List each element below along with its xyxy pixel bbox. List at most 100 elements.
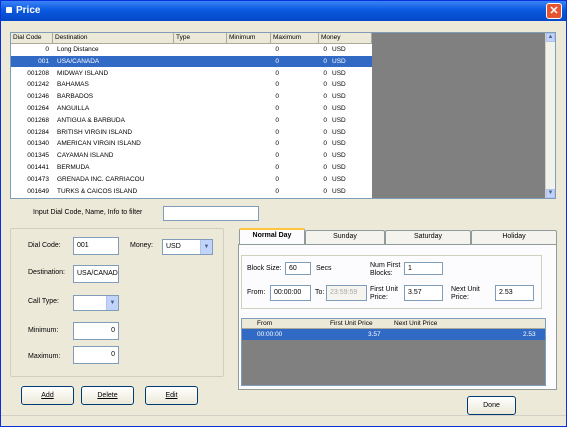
cell-destination: ANGUILLA	[57, 105, 90, 112]
cell-money: USD	[332, 93, 346, 101]
scroll-down-icon[interactable]: ▼	[546, 189, 555, 198]
table-row[interactable]: 0 Long Distance 0 0 USD	[11, 44, 372, 55]
cell-destination: TURKS & CAICOS ISLAND	[57, 187, 138, 195]
table-row[interactable]: 001 USA/CANADA 0 0 USD	[11, 55, 372, 67]
cell-maximum: 0	[323, 46, 327, 53]
table-row[interactable]: 001242 BAHAMAS 0 0 USD	[11, 79, 372, 90]
maximum-label: Maximum:	[28, 353, 61, 360]
cell-type	[176, 44, 226, 55]
cell-dial-code: 001340	[27, 140, 49, 148]
destination-field[interactable]: USA/CANAD	[73, 265, 119, 283]
add-button[interactable]: Add	[21, 386, 74, 405]
cell-maximum: 0	[323, 152, 327, 160]
block-size-field[interactable]: 60	[285, 262, 311, 275]
cell-destination: BAHAMAS	[57, 81, 89, 89]
cell-money: USD	[332, 46, 346, 53]
column-header-destination[interactable]: Destination	[53, 33, 174, 44]
cell-destination: ANTIGUA & BARBUDA	[57, 116, 125, 124]
num-first-blocks-field[interactable]: 1	[404, 262, 443, 275]
done-button[interactable]: Done	[467, 396, 516, 415]
money-select[interactable]: USD ▼	[162, 239, 213, 255]
window-title: Price	[16, 5, 41, 16]
column-header-from[interactable]: From	[257, 319, 272, 329]
table-row[interactable]: 001208 MIDWAY ISLAND 0 0 USD	[11, 68, 372, 79]
cell-destination: CAYAMAN ISLAND	[57, 152, 114, 160]
table-row[interactable]: 001649 TURKS & CAICOS ISLAND 0 0 USD	[11, 186, 372, 197]
cell-type	[176, 79, 226, 90]
next-unit-price-field[interactable]: 2.53	[495, 285, 534, 301]
chevron-down-icon[interactable]: ▼	[200, 240, 212, 254]
close-button[interactable]: ✕	[546, 3, 562, 19]
cell-type	[176, 174, 226, 185]
table-row[interactable]: 001246 BARBADOS 0 0 USD	[11, 91, 372, 102]
scroll-up-icon[interactable]: ▲	[546, 33, 555, 42]
price-table: Dial Code Destination Type Minimum Maxim…	[11, 33, 372, 198]
tab-normal-day[interactable]: Normal Day	[239, 228, 305, 245]
unit-row-next-price: 2.53	[523, 331, 536, 338]
unit-row-from: 00:00:00	[257, 331, 283, 338]
cell-maximum: 0	[323, 140, 327, 148]
cell-maximum: 0	[323, 128, 327, 136]
cell-money: USD	[332, 175, 346, 183]
cell-dial-code: 001	[38, 57, 49, 65]
money-value: USD	[166, 243, 181, 250]
table-row[interactable]: 001268 ANTIGUA & BARBUDA 0 0 USD	[11, 115, 372, 126]
cell-type	[176, 56, 226, 67]
dial-code-field[interactable]: 001	[73, 237, 119, 255]
column-header-next-unit-price[interactable]: Next Unit Price	[394, 319, 437, 329]
destination-label: Destination:	[28, 269, 65, 276]
num-first-blocks-label: Num First Blocks:	[370, 262, 401, 277]
edit-button[interactable]: Edit	[145, 386, 198, 405]
title-bar: Price ✕	[1, 1, 566, 21]
delete-button[interactable]: Delete	[81, 386, 134, 405]
cell-maximum: 0	[323, 93, 327, 101]
column-header-minimum[interactable]: Minimum	[227, 33, 271, 44]
price-grid[interactable]: Dial Code Destination Type Minimum Maxim…	[10, 32, 556, 199]
tab-holiday[interactable]: Holiday	[471, 230, 557, 244]
cell-destination: AMERICAN VIRGIN ISLAND	[57, 140, 141, 148]
delete-button-label: Delete	[97, 392, 118, 399]
table-row[interactable]: 00:00:00 3.57 2.53	[242, 329, 545, 340]
column-header-type[interactable]: Type	[174, 33, 227, 44]
grid-scrollbar[interactable]: ▲ ▼	[545, 33, 555, 198]
to-label: To:	[315, 289, 325, 296]
chevron-down-icon[interactable]: ▼	[106, 296, 118, 310]
table-row[interactable]: 001441 BERMUDA 0 0 USD	[11, 162, 372, 173]
minimum-field[interactable]: 0	[73, 322, 119, 340]
cell-destination: BRITISH VIRGIN ISLAND	[57, 128, 133, 136]
cell-dial-code: 001242	[27, 81, 49, 89]
call-type-select[interactable]: ▼	[73, 295, 119, 311]
maximum-field[interactable]: 0	[73, 346, 119, 364]
cell-dial-code: 001268	[27, 116, 49, 124]
table-row[interactable]: 001473 GRENADA INC. CARRIACOU 0 0 USD	[11, 174, 372, 185]
table-row[interactable]: 001340 AMERICAN VIRGIN ISLAND 0 0 USD	[11, 138, 372, 149]
tab-saturday[interactable]: Saturday	[385, 230, 471, 244]
dial-code-label: Dial Code:	[28, 242, 61, 249]
from-time-field[interactable]: 00:00:00	[270, 285, 311, 301]
table-row[interactable]: 001345 CAYAMAN ISLAND 0 0 USD	[11, 150, 372, 161]
cell-type	[176, 186, 226, 197]
table-row[interactable]: 001264 ANGUILLA 0 0 USD	[11, 103, 372, 114]
column-header-dial-code[interactable]: Dial Code	[11, 33, 53, 44]
filter-input[interactable]	[163, 206, 259, 221]
money-label: Money:	[130, 242, 153, 249]
tab-sunday[interactable]: Sunday	[305, 230, 385, 244]
column-header-maximum[interactable]: Maximum	[271, 33, 319, 44]
first-unit-price-field[interactable]: 3.57	[404, 285, 443, 301]
cell-destination: MIDWAY ISLAND	[57, 69, 109, 77]
to-time-field[interactable]: 23:59:59	[326, 285, 367, 301]
cell-dial-code: 001441	[27, 164, 49, 171]
cell-money: USD	[332, 81, 346, 89]
minimum-label: Minimum:	[28, 327, 59, 334]
cell-destination: BARBADOS	[57, 93, 94, 101]
column-header-first-unit-price[interactable]: First Unit Price	[330, 319, 373, 329]
cell-dial-code: 001264	[27, 105, 49, 112]
cell-type	[176, 150, 226, 161]
cell-maximum: 0	[323, 57, 327, 65]
column-header-money[interactable]: Money	[319, 33, 372, 44]
table-row[interactable]: 001284 BRITISH VIRGIN ISLAND 0 0 USD	[11, 127, 372, 138]
unit-price-grid[interactable]: From First Unit Price Next Unit Price 00…	[241, 318, 546, 386]
cell-maximum: 0	[323, 164, 327, 171]
block-size-label: Block Size:	[247, 265, 282, 272]
cell-dial-code: 001473	[27, 175, 49, 183]
